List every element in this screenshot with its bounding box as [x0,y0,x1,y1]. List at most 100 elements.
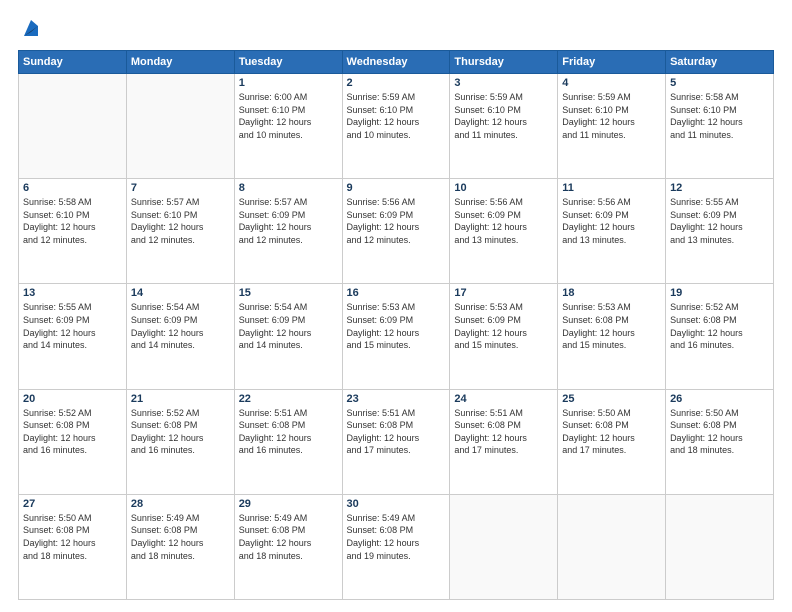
col-thursday: Thursday [450,51,558,74]
table-row [558,494,666,599]
table-row [19,74,127,179]
page: Sunday Monday Tuesday Wednesday Thursday… [0,0,792,612]
day-number: 21 [131,393,230,405]
calendar-header-row: Sunday Monday Tuesday Wednesday Thursday… [19,51,774,74]
table-row: 30 Sunrise: 5:49 AM Sunset: 6:08 PM Dayli… [342,494,450,599]
table-row: 5 Sunrise: 5:58 AM Sunset: 6:10 PM Daylig… [666,74,774,179]
day-number: 14 [131,287,230,299]
table-row: 19 Sunrise: 5:52 AM Sunset: 6:08 PM Dayli… [666,284,774,389]
day-number: 10 [454,182,553,194]
calendar-week-row: 6 Sunrise: 5:58 AM Sunset: 6:10 PM Daylig… [19,179,774,284]
col-wednesday: Wednesday [342,51,450,74]
day-info: Sunrise: 5:54 AM Sunset: 6:09 PM Dayligh… [239,301,338,351]
table-row: 25 Sunrise: 5:50 AM Sunset: 6:08 PM Dayli… [558,389,666,494]
table-row: 8Sunrise: 5:57 AM Sunset: 6:09 PM Daylig… [234,179,342,284]
table-row: 27Sunrise: 5:50 AM Sunset: 6:08 PM Dayli… [19,494,127,599]
calendar-table: Sunday Monday Tuesday Wednesday Thursday… [18,50,774,600]
day-info: Sunrise: 5:57 AM Sunset: 6:10 PM Dayligh… [131,196,230,246]
table-row: 16 Sunrise: 5:53 AM Sunset: 6:09 PM Dayli… [342,284,450,389]
col-monday: Monday [126,51,234,74]
table-row: 2 Sunrise: 5:59 AM Sunset: 6:10 PM Daylig… [342,74,450,179]
table-row: 9Sunrise: 5:56 AM Sunset: 6:09 PM Daylig… [342,179,450,284]
table-row: 4 Sunrise: 5:59 AM Sunset: 6:10 PM Daylig… [558,74,666,179]
day-info: Sunrise: 5:49 AM Sunset: 6:08 PM Dayligh… [347,512,446,562]
table-row: 7 Sunrise: 5:57 AM Sunset: 6:10 PM Daylig… [126,179,234,284]
day-number: 30 [347,498,446,510]
day-number: 19 [670,287,769,299]
day-number: 20 [23,393,122,405]
table-row: 12 Sunrise: 5:55 AM Sunset: 6:09 PM Dayli… [666,179,774,284]
day-info: Sunrise: 5:55 AM Sunset: 6:09 PM Dayligh… [670,196,769,246]
table-row: 20 Sunrise: 5:52 AM Sunset: 6:08 PM Dayli… [19,389,127,494]
day-info: Sunrise: 5:59 AM Sunset: 6:10 PM Dayligh… [454,91,553,141]
day-info: Sunrise: 5:58 AM Sunset: 6:10 PM Dayligh… [670,91,769,141]
table-row: 13Sunrise: 5:55 AM Sunset: 6:09 PM Dayli… [19,284,127,389]
table-row: 29 Sunrise: 5:49 AM Sunset: 6:08 PM Dayli… [234,494,342,599]
day-info: Sunrise: 5:50 AM Sunset: 6:08 PM Dayligh… [562,407,661,457]
day-number: 4 [562,77,661,89]
day-number: 12 [670,182,769,194]
header [18,18,774,40]
day-info: Sunrise: 5:50 AM Sunset: 6:08 PM Dayligh… [670,407,769,457]
day-info: Sunrise: 5:49 AM Sunset: 6:08 PM Dayligh… [239,512,338,562]
calendar-week-row: 13Sunrise: 5:55 AM Sunset: 6:09 PM Dayli… [19,284,774,389]
day-info: Sunrise: 5:59 AM Sunset: 6:10 PM Dayligh… [562,91,661,141]
day-number: 9 [347,182,446,194]
day-info: Sunrise: 5:52 AM Sunset: 6:08 PM Dayligh… [23,407,122,457]
col-friday: Friday [558,51,666,74]
table-row: 24Sunrise: 5:51 AM Sunset: 6:08 PM Dayli… [450,389,558,494]
day-number: 7 [131,182,230,194]
day-number: 5 [670,77,769,89]
table-row: 10 Sunrise: 5:56 AM Sunset: 6:09 PM Dayli… [450,179,558,284]
table-row: 26 Sunrise: 5:50 AM Sunset: 6:08 PM Dayli… [666,389,774,494]
logo [18,18,42,40]
day-number: 18 [562,287,661,299]
table-row: 1 Sunrise: 6:00 AM Sunset: 6:10 PM Daylig… [234,74,342,179]
day-number: 2 [347,77,446,89]
table-row: 23Sunrise: 5:51 AM Sunset: 6:08 PM Dayli… [342,389,450,494]
day-info: Sunrise: 5:59 AM Sunset: 6:10 PM Dayligh… [347,91,446,141]
day-number: 26 [670,393,769,405]
table-row [450,494,558,599]
day-number: 1 [239,77,338,89]
day-number: 11 [562,182,661,194]
col-saturday: Saturday [666,51,774,74]
day-number: 8 [239,182,338,194]
col-sunday: Sunday [19,51,127,74]
day-info: Sunrise: 5:56 AM Sunset: 6:09 PM Dayligh… [562,196,661,246]
day-info: Sunrise: 5:58 AM Sunset: 6:10 PM Dayligh… [23,196,122,246]
day-info: Sunrise: 5:52 AM Sunset: 6:08 PM Dayligh… [670,301,769,351]
day-number: 3 [454,77,553,89]
table-row: 21 Sunrise: 5:52 AM Sunset: 6:08 PM Dayli… [126,389,234,494]
day-number: 28 [131,498,230,510]
day-number: 16 [347,287,446,299]
day-info: Sunrise: 5:50 AM Sunset: 6:08 PM Dayligh… [23,512,122,562]
table-row: 18 Sunrise: 5:53 AM Sunset: 6:08 PM Dayli… [558,284,666,389]
day-info: Sunrise: 5:55 AM Sunset: 6:09 PM Dayligh… [23,301,122,351]
day-number: 15 [239,287,338,299]
table-row: 3 Sunrise: 5:59 AM Sunset: 6:10 PM Daylig… [450,74,558,179]
day-number: 25 [562,393,661,405]
day-info: Sunrise: 5:56 AM Sunset: 6:09 PM Dayligh… [454,196,553,246]
day-number: 24 [454,393,553,405]
table-row: 17 Sunrise: 5:53 AM Sunset: 6:09 PM Dayli… [450,284,558,389]
day-info: Sunrise: 5:53 AM Sunset: 6:09 PM Dayligh… [454,301,553,351]
day-number: 6 [23,182,122,194]
day-info: Sunrise: 5:53 AM Sunset: 6:08 PM Dayligh… [562,301,661,351]
table-row: 15 Sunrise: 5:54 AM Sunset: 6:09 PM Dayli… [234,284,342,389]
day-number: 17 [454,287,553,299]
table-row: 28Sunrise: 5:49 AM Sunset: 6:08 PM Dayli… [126,494,234,599]
day-info: Sunrise: 5:51 AM Sunset: 6:08 PM Dayligh… [347,407,446,457]
day-number: 22 [239,393,338,405]
table-row: 22Sunrise: 5:51 AM Sunset: 6:08 PM Dayli… [234,389,342,494]
calendar-week-row: 1 Sunrise: 6:00 AM Sunset: 6:10 PM Daylig… [19,74,774,179]
table-row: 11 Sunrise: 5:56 AM Sunset: 6:09 PM Dayli… [558,179,666,284]
logo-icon [20,18,42,40]
day-info: Sunrise: 5:52 AM Sunset: 6:08 PM Dayligh… [131,407,230,457]
day-info: Sunrise: 6:00 AM Sunset: 6:10 PM Dayligh… [239,91,338,141]
day-info: Sunrise: 5:53 AM Sunset: 6:09 PM Dayligh… [347,301,446,351]
calendar-week-row: 20 Sunrise: 5:52 AM Sunset: 6:08 PM Dayli… [19,389,774,494]
table-row: 6 Sunrise: 5:58 AM Sunset: 6:10 PM Daylig… [19,179,127,284]
day-number: 29 [239,498,338,510]
calendar-week-row: 27Sunrise: 5:50 AM Sunset: 6:08 PM Dayli… [19,494,774,599]
